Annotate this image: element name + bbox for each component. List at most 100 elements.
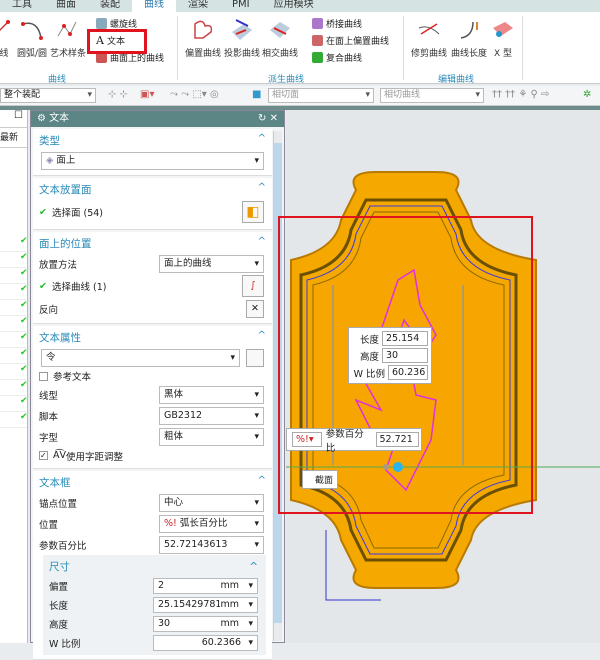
navigator-check: ✔ [0,316,28,332]
arc-circle-button[interactable]: 圆弧/圆 [16,18,48,59]
section-label[interactable]: 截面 [302,470,338,489]
intersection-curve-button[interactable]: 相交曲线 [262,18,298,59]
section-title: 面上的位置 [39,238,92,250]
show-all-icon[interactable]: ✲ [583,89,591,100]
position-select[interactable]: %! 弧长百分比 [159,514,264,533]
tab-curve[interactable]: 曲线 [132,0,176,12]
text-frame-section: 文本框^ 锚点位置中心 位置%! 弧长百分比 参数百分比52.72143613 … [33,471,272,660]
group-label-derived: 派生曲线 [268,75,305,85]
cube-icon[interactable]: ■ [252,89,261,100]
section-title: 类型 [39,135,60,147]
w-scale-onscreen-input[interactable]: 60.236 [388,365,428,380]
length-input[interactable]: 25.15429781 mm [153,596,258,613]
trim-curve-button[interactable]: 修剪曲线 [410,18,448,59]
project-curve-button[interactable]: 投影曲线 [224,18,260,59]
placement-method-select[interactable]: 面上的曲线 [159,254,264,273]
collapse-icon[interactable]: ^ [258,475,266,486]
filter-icon[interactable]: ▣▾ [140,89,154,100]
label: 位置 [39,519,59,531]
ribbon-tabs: 工具 曲面 装配 曲线 渲染 PMI 应用模块 [0,0,600,12]
select-face[interactable]: 选择面 (54) [52,205,103,219]
collapse-icon[interactable]: ^ [249,558,258,576]
offset-curve-button[interactable]: 偏置曲线 [185,18,221,59]
script-select[interactable]: GB2312 [159,406,264,425]
face-rule-select[interactable]: 相切面 [268,88,374,103]
style-select[interactable]: 粗体 [159,427,264,446]
label: 脚本 [39,411,59,423]
font-select[interactable]: 黑体 [159,385,264,404]
collapse-icon[interactable]: ^ [258,236,266,247]
divider [403,16,404,80]
offset-input[interactable]: 2 mm [153,577,258,594]
collapse-icon[interactable]: ^ [258,182,266,193]
text-input[interactable]: 令 [41,348,240,367]
parameter-percent-input[interactable]: 52.72143613 [159,535,264,554]
type-section: 类型 ^ ◈ 面上 [33,129,272,176]
tab-render[interactable]: 渲染 [176,0,220,12]
studio-spline-button[interactable]: 艺术样条 [50,18,86,59]
group-label-edit: 编辑曲线 [438,75,475,85]
placement-face-section: 文本放置面 ^ ✔ 选择面 (54) ◧ [33,178,272,230]
navigator-header: 最新 [0,128,27,148]
ribbon: 线 圆弧/圆 艺术样条 螺旋线 A 文本 曲面上的曲线 曲线 偏置曲线 投影曲线 … [0,12,600,85]
composite-curve-button[interactable]: 复合曲线 [312,49,362,66]
maximize-icon[interactable]: ☐ [0,110,27,128]
reference-text-checkbox[interactable] [39,371,48,381]
label: 字型 [39,432,59,444]
symbol-button[interactable] [246,348,264,367]
divider [522,16,523,80]
section-title: 尺寸 ^ [49,558,260,576]
curve-length-button[interactable]: 曲线长度 [450,18,488,59]
check-icon: ✔ [39,280,47,292]
label: 高度 [359,351,379,363]
offset-in-face-button[interactable]: 在面上偏置曲线 [312,32,389,49]
curve-rule-select[interactable]: 相切曲线 [380,88,484,103]
select-face-button[interactable]: ◧ [242,201,264,223]
reverse-direction-button[interactable]: ✕ [246,299,264,318]
label: 锚点位置 [39,498,78,510]
reset-icon[interactable]: ↻ [258,113,266,124]
section-title: 文本放置面 [39,184,92,196]
anchor-select[interactable]: 中心 [159,493,264,512]
label: 长度 [359,334,379,346]
select-curve[interactable]: 选择曲线 (1) [52,279,106,293]
label: 线型 [39,390,59,402]
curve-length-icon [460,21,478,39]
check-icon: ✔ [39,206,47,218]
line-button[interactable]: 线 [0,18,14,59]
length-onscreen-input[interactable]: 25.154 [382,331,428,346]
bridge-curve-icon [312,18,323,29]
intersection-curve-icon [270,22,290,38]
tab-pmi[interactable]: PMI [220,0,262,12]
height-input[interactable]: 30 mm [153,615,258,632]
snap-tools-icon[interactable]: †† †† ⚘ ⚲ ⇨ [492,89,549,100]
height-onscreen-input[interactable]: 30 [382,348,428,363]
label: 高度 [49,619,69,631]
collapse-icon[interactable]: ^ [258,330,266,341]
graphics-viewport[interactable]: 长度 25.154 高度 30 W 比例 60.236 %!▾ 参数百分比 52.721 … [278,110,600,643]
parameter-onscreen-input[interactable]: 52.721 [375,432,419,447]
label: 放置方法 [39,259,78,271]
label: 使用字距调整 [66,451,124,463]
navigator-check: ✔ [0,396,28,412]
tab-app-modules[interactable]: 应用模块 [262,0,326,12]
select-curve-button[interactable]: ∫ [242,275,264,297]
offset-in-face-icon [312,35,323,46]
collapse-icon[interactable]: ^ [258,133,266,144]
snap-icon[interactable]: ⊹ ⊹ [108,89,128,100]
dialog-header: ⚙ 文本 ↻ ✕ [31,111,284,127]
position-type-select[interactable]: %!▾ [292,432,322,447]
spline-icon [57,21,77,37]
tab-assembly[interactable]: 装配 [88,0,132,12]
bridge-curve-button[interactable]: 桥接曲线 [312,15,362,32]
select-tools-icon[interactable]: ⤳ ⤳ ⬚▾ ◎ [170,89,219,100]
tab-surface[interactable]: 曲面 [44,0,88,12]
close-icon[interactable]: ✕ [270,113,278,124]
scope-select[interactable]: 整个装配 [0,88,96,103]
part-navigator: ☐ 最新 ✔ ✔ ✔ ✔ ✔ ✔ ✔ ✔ ✔ ✔ ✔ ✔ [0,110,28,643]
tab-tools[interactable]: 工具 [0,0,44,12]
kerning-checkbox[interactable]: ✓ [39,451,48,460]
x-form-button[interactable]: X 型 [490,18,516,59]
navigator-check: ✔ [0,252,28,268]
type-select[interactable]: ◈ 面上 [41,151,264,170]
